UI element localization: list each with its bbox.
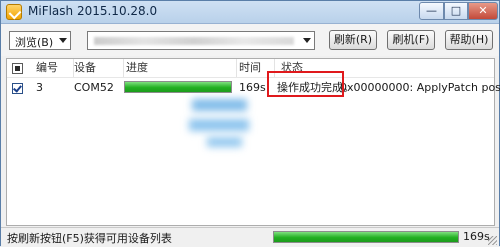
row-checkbox[interactable]: [12, 83, 23, 94]
dropdown-arrow-icon: [59, 38, 67, 43]
redacted-area: [192, 99, 247, 111]
dropdown-arrow-icon: [303, 38, 311, 43]
overall-time: 169s: [463, 230, 490, 243]
redacted-area: [189, 119, 249, 131]
row-time: 169s: [239, 81, 266, 94]
status-highlight-box: [267, 71, 344, 97]
resize-grip-icon[interactable]: [488, 236, 497, 245]
device-path-text: [94, 37, 294, 45]
close-button[interactable]: ✕: [468, 2, 498, 20]
window-title: MiFlash 2015.10.28.0: [28, 4, 158, 18]
column-header-device[interactable]: 设备: [74, 59, 124, 77]
refresh-button[interactable]: 刷新(R): [329, 30, 377, 50]
app-icon: [6, 4, 22, 20]
overall-progress-bar: [273, 231, 459, 243]
minimize-button[interactable]: —: [419, 2, 444, 20]
select-all-checkbox[interactable]: [12, 63, 23, 74]
device-path-dropdown[interactable]: [87, 31, 315, 50]
device-table: 编号 设备 进度 时间 状态 3 COM52 169s 操作成功完成。 0x00…: [6, 58, 500, 226]
redacted-area: [207, 137, 242, 147]
row-id: 3: [36, 81, 43, 94]
title-bar: MiFlash 2015.10.28.0 — □ ✕: [1, 1, 499, 24]
browse-dropdown[interactable]: 浏览(B): [9, 31, 71, 50]
row-device: COM52: [74, 81, 114, 94]
maximize-button[interactable]: □: [444, 2, 468, 20]
status-message: 按刷新按钮(F5)获得可用设备列表: [7, 232, 172, 245]
miflash-window: MiFlash 2015.10.28.0 — □ ✕ 浏览(B) 刷新(R) 刷…: [0, 0, 500, 247]
row-detail: 0x00000000: ApplyPatch position: [340, 81, 500, 94]
column-header-id[interactable]: 编号: [34, 59, 74, 77]
flash-button[interactable]: 刷机(F): [387, 30, 435, 50]
toolbar: 浏览(B) 刷新(R) 刷机(F) 帮助(H): [1, 24, 499, 56]
help-button[interactable]: 帮助(H): [445, 30, 493, 50]
status-bar: 按刷新按钮(F5)获得可用设备列表 169s: [1, 227, 499, 247]
browse-label: 浏览(B): [15, 36, 54, 49]
column-header-progress[interactable]: 进度: [124, 59, 237, 77]
row-progress-bar: [124, 81, 232, 93]
